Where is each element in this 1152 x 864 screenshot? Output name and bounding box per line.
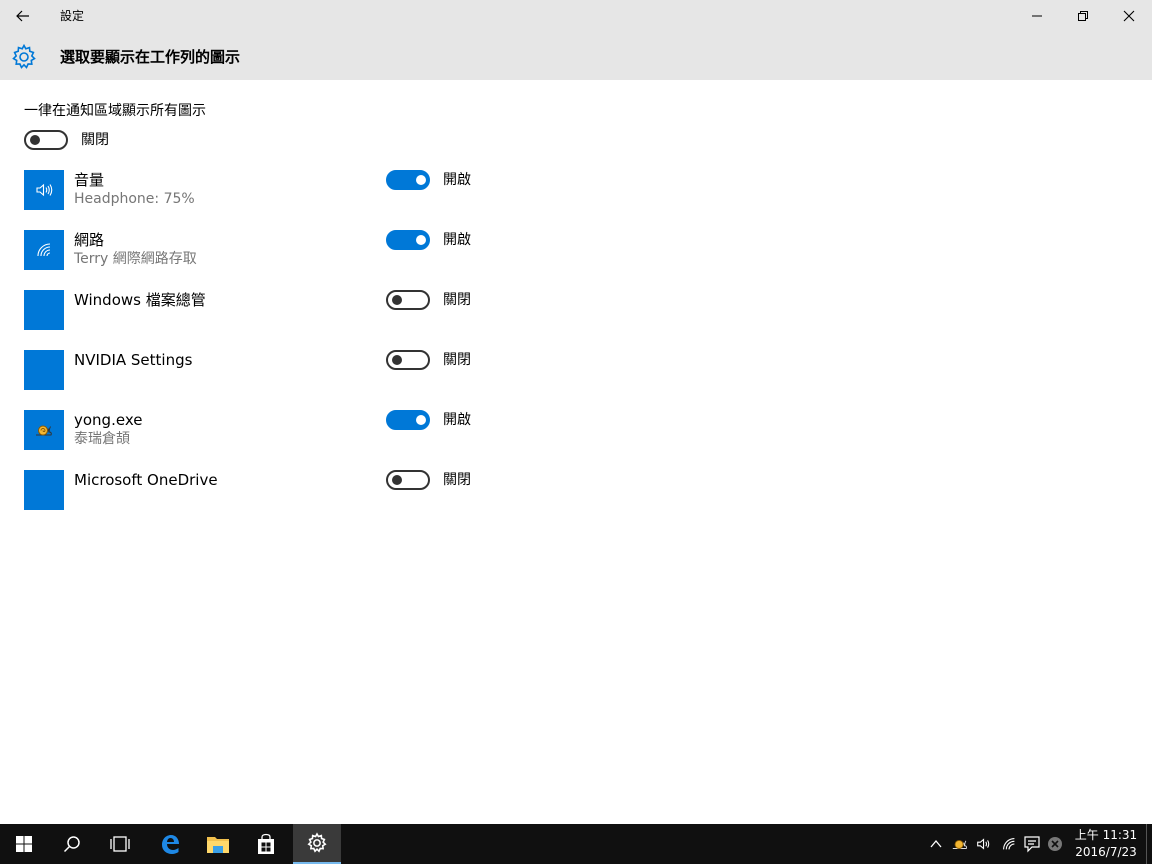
clock-date: 2016/7/23 <box>1075 845 1137 859</box>
app-tile-file-explorer <box>24 290 64 330</box>
tray-network[interactable] <box>997 824 1021 864</box>
taskbar: 上午 11:31 2016/7/23 <box>0 824 1152 864</box>
back-button[interactable] <box>0 0 46 32</box>
app-name: Windows 檔案總管 <box>74 291 206 309</box>
speaker-icon <box>36 183 53 197</box>
store-button[interactable] <box>242 824 290 864</box>
app-tile-onedrive <box>24 470 64 510</box>
toggle-knob <box>30 135 40 145</box>
app-toggle-state: 關閉 <box>443 352 471 368</box>
app-toggle-nvidia[interactable] <box>386 350 430 370</box>
show-hidden-icons-button[interactable] <box>924 824 948 864</box>
page-title: 選取要顯示在工作列的圖示 <box>60 48 241 66</box>
app-toggle-yong[interactable] <box>386 410 430 430</box>
toggle-knob <box>392 475 402 485</box>
close-button[interactable] <box>1106 0 1152 32</box>
start-button[interactable] <box>0 824 48 864</box>
always-show-all-state: 關閉 <box>81 132 109 148</box>
snail-icon <box>36 425 52 436</box>
app-tile-network <box>24 230 64 270</box>
show-desktop-button[interactable] <box>1146 824 1152 864</box>
task-view-button[interactable] <box>96 824 144 864</box>
system-clock[interactable]: 上午 11:31 2016/7/23 <box>1066 827 1146 861</box>
store-icon <box>258 833 274 854</box>
app-toggle-network[interactable] <box>386 230 430 250</box>
toggle-knob <box>416 235 426 245</box>
close-circle-icon <box>1048 837 1062 851</box>
tray-action-center[interactable] <box>1020 824 1044 864</box>
start-icon <box>16 836 32 852</box>
toggle-knob <box>416 175 426 185</box>
app-name: 網路 <box>74 231 105 249</box>
gear-icon <box>12 43 36 69</box>
page-header: 選取要顯示在工作列的圖示 <box>0 32 1152 80</box>
always-show-all-toggle[interactable] <box>24 130 68 150</box>
minimize-button[interactable] <box>1014 0 1060 32</box>
app-tile-yong <box>24 410 64 450</box>
always-show-all-label: 一律在通知區域顯示所有圖示 <box>24 103 206 119</box>
tray-error[interactable] <box>1043 824 1067 864</box>
app-name: NVIDIA Settings <box>74 351 193 369</box>
action-center-icon <box>1024 836 1040 853</box>
speaker-icon <box>977 838 990 850</box>
tray-volume[interactable] <box>972 824 996 864</box>
task-view-icon <box>110 836 130 852</box>
toggle-knob <box>416 415 426 425</box>
search-button[interactable] <box>48 824 96 864</box>
app-name: 音量 <box>74 171 105 189</box>
tray-yong[interactable] <box>948 824 972 864</box>
close-icon <box>1123 10 1135 22</box>
edge-icon <box>162 835 179 854</box>
app-toggle-state: 關閉 <box>443 292 471 308</box>
wifi-icon <box>37 243 51 257</box>
app-name: Microsoft OneDrive <box>74 471 218 489</box>
title-bar: 設定 <box>0 0 1152 32</box>
app-tile-nvidia <box>24 350 64 390</box>
app-toggle-onedrive[interactable] <box>386 470 430 490</box>
arrow-left-icon <box>16 10 29 22</box>
window-title: 設定 <box>60 9 85 23</box>
settings-button[interactable] <box>293 824 341 864</box>
minimize-icon <box>1032 15 1042 17</box>
file-explorer-icon <box>207 837 229 853</box>
app-toggle-state: 開啟 <box>443 232 471 248</box>
app-subtitle: Headphone: 75% <box>74 191 195 207</box>
wifi-icon <box>1003 838 1015 850</box>
app-toggle-state: 開啟 <box>443 172 471 188</box>
file-explorer-button[interactable] <box>194 824 242 864</box>
restore-icon <box>1078 11 1088 21</box>
restore-button[interactable] <box>1060 0 1106 32</box>
chevron-up-icon <box>930 839 942 848</box>
app-toggle-volume[interactable] <box>386 170 430 190</box>
clock-time: 上午 11:31 <box>1074 828 1138 842</box>
app-toggle-state: 關閉 <box>443 472 471 488</box>
app-name: yong.exe <box>74 411 143 429</box>
app-subtitle: 泰瑞倉頡 <box>74 431 130 447</box>
snail-icon <box>952 839 968 849</box>
app-toggle-file-explorer[interactable] <box>386 290 430 310</box>
toggle-knob <box>392 355 402 365</box>
app-tile-volume <box>24 170 64 210</box>
settings-icon <box>307 832 327 853</box>
app-subtitle: Terry 網際網路存取 <box>74 251 197 267</box>
toggle-knob <box>392 295 402 305</box>
edge-button[interactable] <box>146 824 194 864</box>
search-icon <box>63 836 80 853</box>
app-toggle-state: 開啟 <box>443 412 471 428</box>
